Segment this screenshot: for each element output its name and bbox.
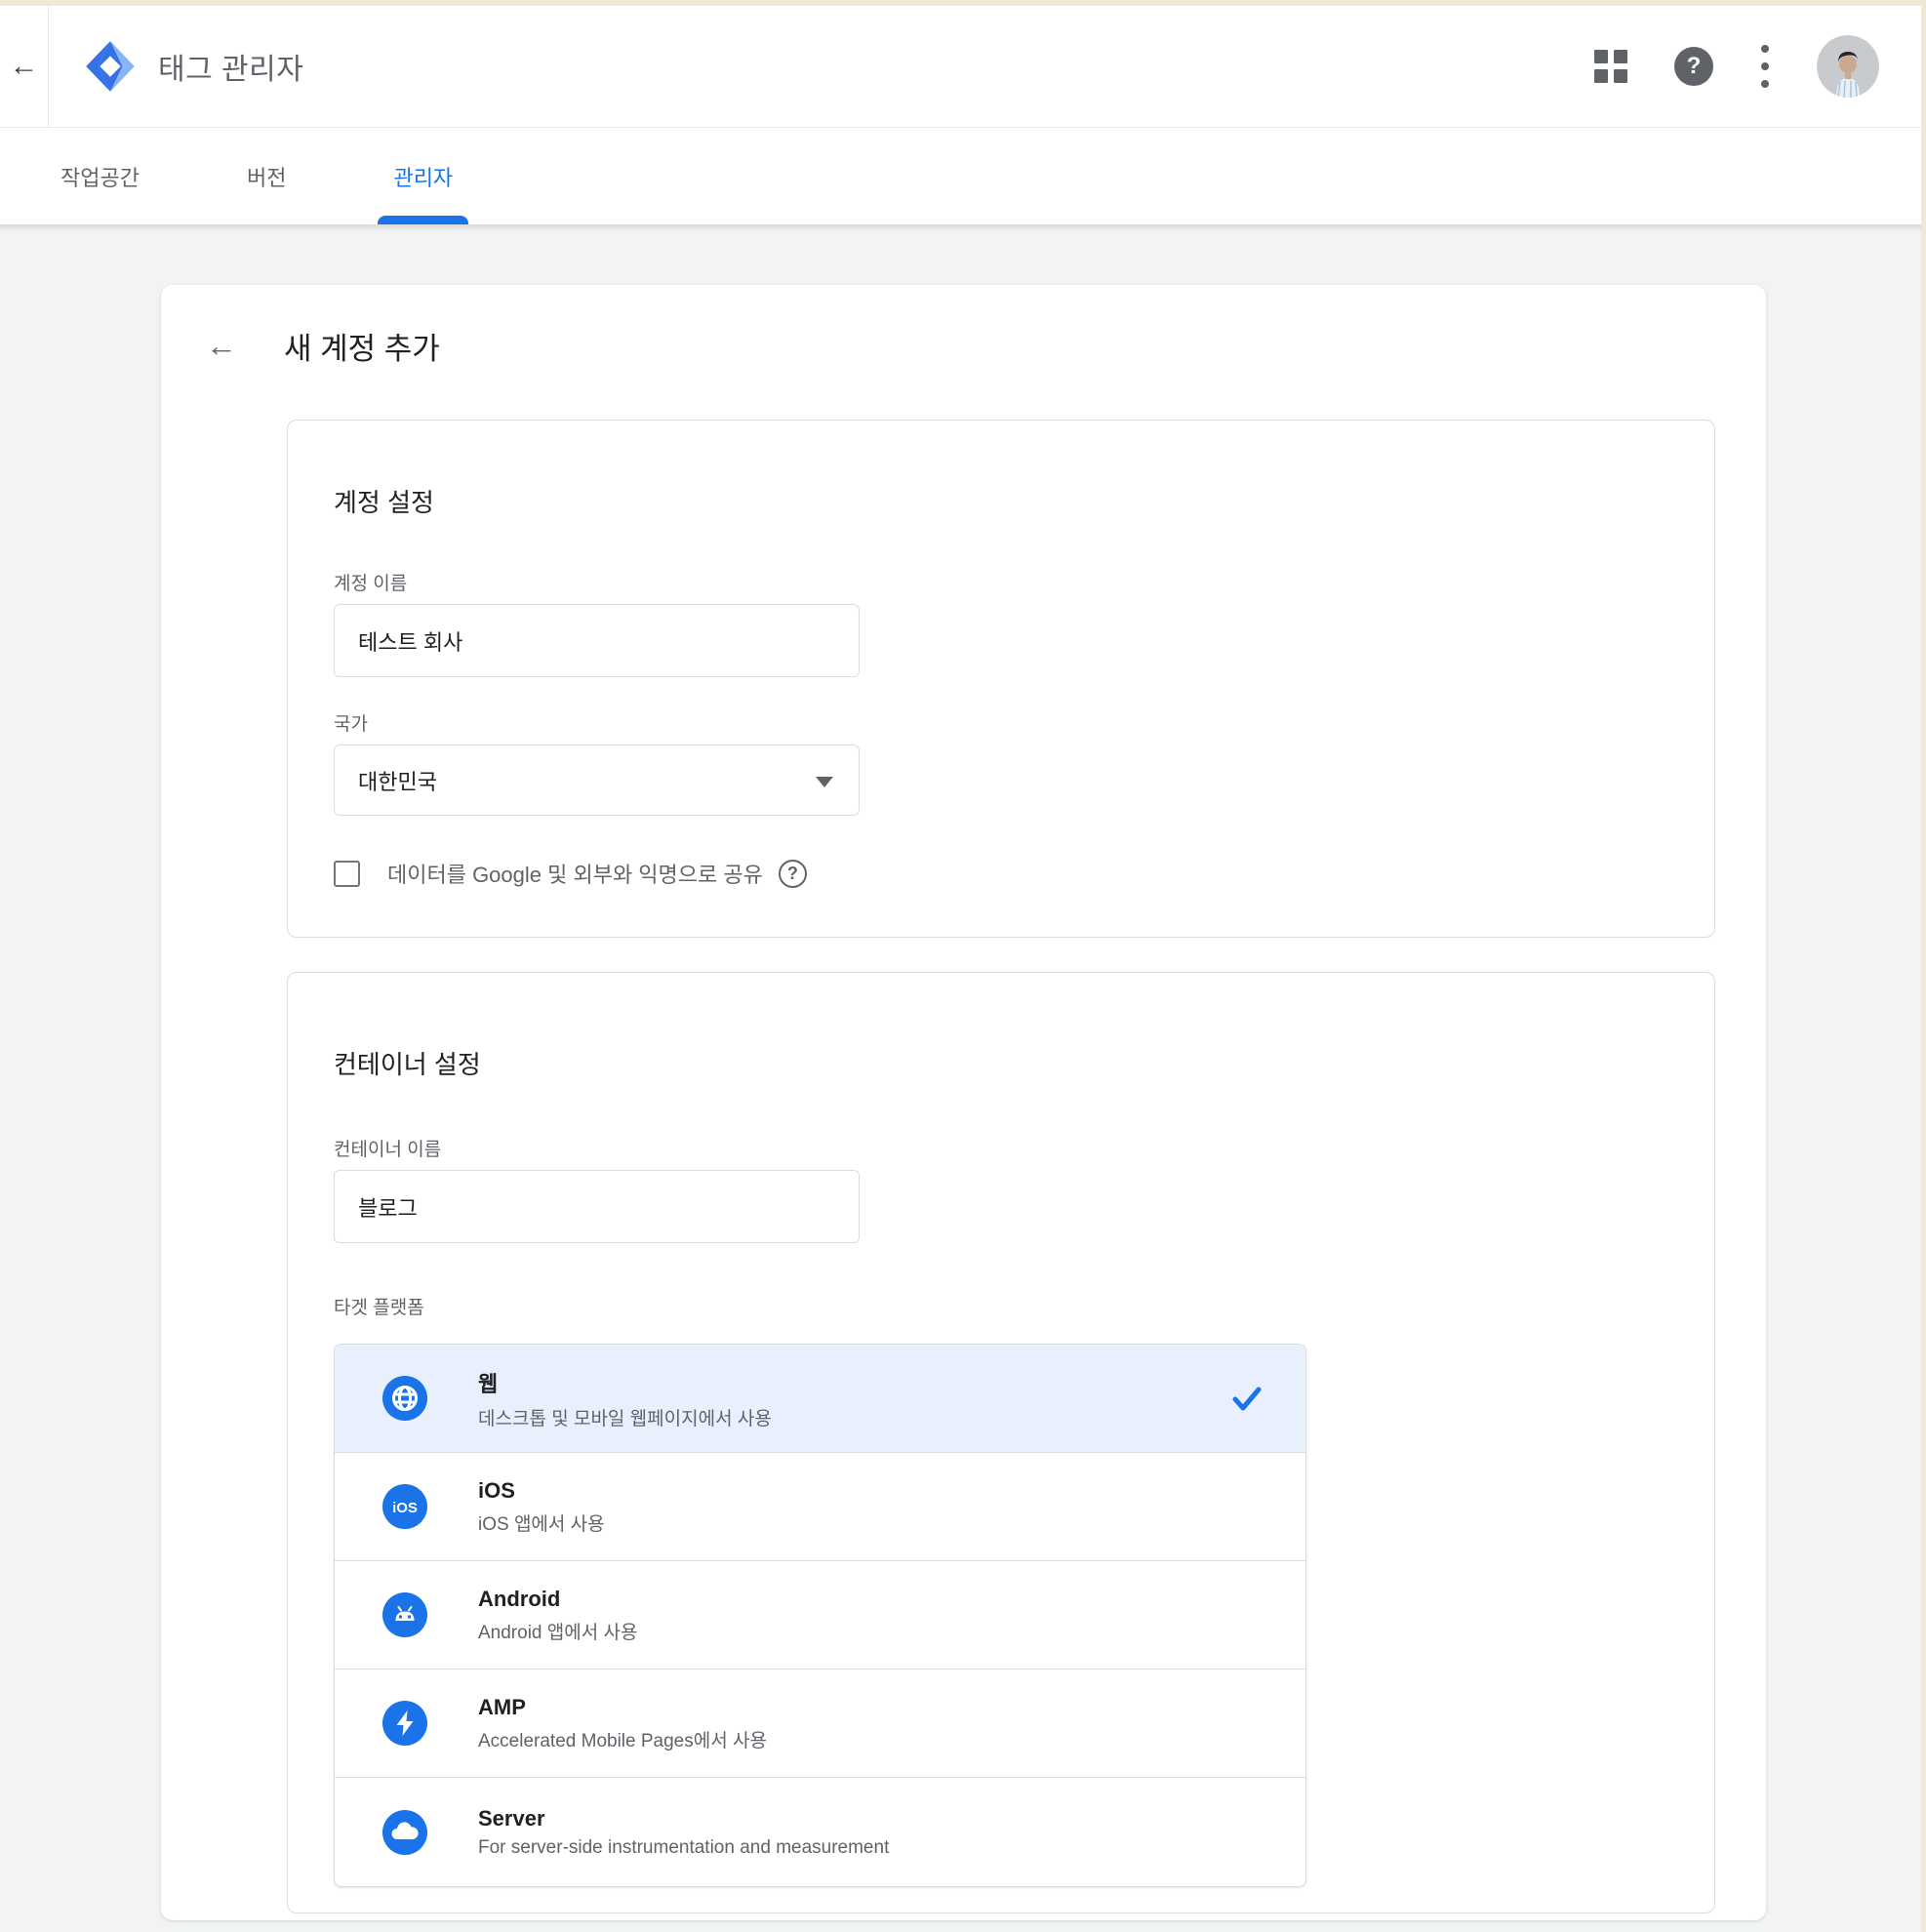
gtm-logo-icon[interactable] [84, 40, 137, 93]
apps-grid-icon[interactable] [1594, 50, 1627, 83]
platform-description: Accelerated Mobile Pages에서 사용 [478, 1726, 767, 1752]
app-title: 태그 관리자 [158, 45, 303, 88]
window-frame-top [0, 0, 1926, 6]
page-back-icon[interactable]: ← [200, 325, 243, 368]
container-name-label: 컨테이너 이름 [334, 1135, 441, 1161]
tab-admin[interactable]: 관리자 [378, 128, 468, 224]
share-data-checkbox-label: 데이터를 Google 및 외부와 익명으로 공유 [387, 858, 763, 889]
platform-name: 웹 [478, 1367, 772, 1398]
container-name-input[interactable] [334, 1170, 860, 1243]
platform-row-android[interactable]: Android Android 앱에서 사용 [335, 1561, 1305, 1670]
share-data-help-icon[interactable]: ? [779, 860, 807, 888]
ios-icon: iOS [382, 1484, 427, 1529]
platform-row-ios[interactable]: iOS iOS iOS 앱에서 사용 [335, 1453, 1305, 1561]
container-settings-section: 컨테이너 설정 컨테이너 이름 타겟 플랫폼 웹 데스크톱 및 모바일 웹페이지… [287, 972, 1715, 1913]
chevron-down-icon [816, 777, 833, 787]
country-select[interactable]: 대한민국 [334, 745, 860, 816]
platform-description: 데스크톱 및 모바일 웹페이지에서 사용 [478, 1404, 772, 1430]
country-label: 국가 [334, 709, 368, 736]
amp-icon [382, 1701, 427, 1746]
android-icon [382, 1592, 427, 1637]
account-name-label: 계정 이름 [334, 569, 407, 595]
tab-workspace[interactable]: 작업공간 [45, 128, 155, 224]
app-header: ← 태그 관리자 ? [0, 6, 1926, 128]
platform-description: Android 앱에서 사용 [478, 1618, 637, 1644]
account-settings-heading: 계정 설정 [334, 483, 434, 519]
tab-bar: 작업공간 버전 관리자 [0, 128, 1926, 224]
platform-name: iOS [478, 1478, 605, 1504]
platform-row-globe[interactable]: 웹 데스크톱 및 모바일 웹페이지에서 사용 [335, 1345, 1305, 1453]
country-select-value: 대한민국 [358, 765, 437, 796]
page-title: 새 계정 추가 [284, 324, 440, 368]
account-settings-section: 계정 설정 계정 이름 국가 대한민국 데이터를 Google 및 외부와 익명… [287, 420, 1715, 938]
platform-name: Server [478, 1806, 889, 1831]
window-frame-right [1921, 0, 1926, 1932]
container-settings-heading: 컨테이너 설정 [334, 1045, 481, 1081]
platform-description: For server-side instrumentation and meas… [478, 1837, 889, 1859]
globe-icon [382, 1376, 427, 1421]
target-platform-list: 웹 데스크톱 및 모바일 웹페이지에서 사용 iOS iOS iOS 앱에서 사… [334, 1344, 1306, 1887]
server-icon [382, 1810, 427, 1855]
platform-description: iOS 앱에서 사용 [478, 1509, 605, 1536]
platform-name: Android [478, 1587, 637, 1612]
more-vert-icon[interactable] [1760, 45, 1770, 88]
help-icon[interactable]: ? [1674, 47, 1713, 86]
content-area: ← 새 계정 추가 계정 설정 계정 이름 국가 대한민국 데이터를 Googl… [0, 224, 1926, 1932]
target-platform-label: 타겟 플랫폼 [334, 1293, 424, 1319]
browser-back-icon[interactable]: ← [0, 6, 49, 128]
add-account-card: ← 새 계정 추가 계정 설정 계정 이름 국가 대한민국 데이터를 Googl… [161, 285, 1766, 1920]
svg-text:iOS: iOS [392, 1500, 418, 1516]
selected-check-icon [1229, 1381, 1264, 1416]
share-data-checkbox[interactable] [334, 861, 360, 887]
account-name-input[interactable] [334, 604, 860, 677]
platform-name: AMP [478, 1695, 767, 1720]
platform-row-amp[interactable]: AMP Accelerated Mobile Pages에서 사용 [335, 1670, 1305, 1778]
avatar[interactable] [1817, 35, 1879, 98]
platform-row-server[interactable]: Server For server-side instrumentation a… [335, 1778, 1305, 1886]
tab-versions[interactable]: 버전 [231, 128, 301, 224]
